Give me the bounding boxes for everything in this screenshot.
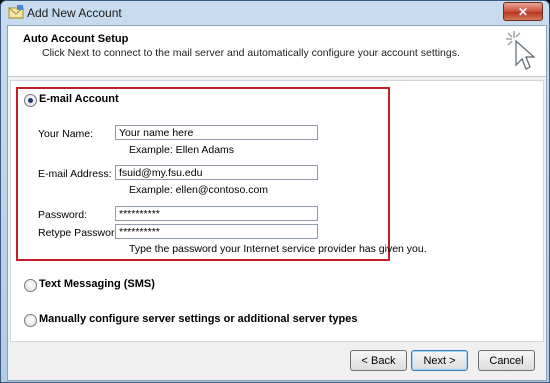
- password-label: Password:: [38, 209, 88, 221]
- window-title: Add New Account: [27, 6, 122, 20]
- email-address-input[interactable]: [115, 165, 318, 180]
- manual-config-radio[interactable]: [24, 314, 37, 327]
- email-account-label[interactable]: E-mail Account: [39, 93, 119, 105]
- password-hint: Type the password your Internet service …: [129, 243, 427, 255]
- your-name-label: Your Name:: [38, 128, 94, 140]
- password-input[interactable]: [115, 206, 318, 221]
- email-address-label: E-mail Address:: [38, 168, 112, 180]
- retype-password-label: Retype Password:: [38, 227, 124, 239]
- header-subtitle: Click Next to connect to the mail server…: [42, 47, 460, 59]
- close-button[interactable]: ✕: [503, 2, 543, 21]
- retype-password-input[interactable]: [115, 224, 318, 239]
- name-example: Example: Ellen Adams: [129, 144, 235, 156]
- back-button[interactable]: < Back: [350, 350, 407, 371]
- email-example: Example: ellen@contoso.com: [129, 184, 269, 196]
- text-messaging-radio[interactable]: [24, 279, 37, 292]
- mail-envelope-icon: [8, 5, 24, 19]
- options-panel: E-mail Account Your Name: Example: Ellen…: [10, 80, 544, 342]
- close-icon: ✕: [517, 4, 529, 19]
- cancel-button[interactable]: Cancel: [478, 350, 535, 371]
- next-button[interactable]: Next >: [411, 350, 468, 371]
- dialog-body: Auto Account Setup Click Next to connect…: [7, 25, 547, 381]
- title-bar: Add New Account ✕: [1, 1, 549, 25]
- dialog-header: Auto Account Setup Click Next to connect…: [8, 26, 546, 77]
- your-name-input[interactable]: [115, 125, 318, 140]
- add-account-window: Add New Account ✕ Auto Account Setup Cli…: [0, 0, 550, 383]
- text-messaging-label[interactable]: Text Messaging (SMS): [39, 278, 155, 290]
- manual-config-label[interactable]: Manually configure server settings or ad…: [39, 313, 358, 325]
- header-title: Auto Account Setup: [23, 33, 129, 45]
- click-cursor-icon: [506, 31, 536, 70]
- email-account-radio[interactable]: [24, 94, 37, 107]
